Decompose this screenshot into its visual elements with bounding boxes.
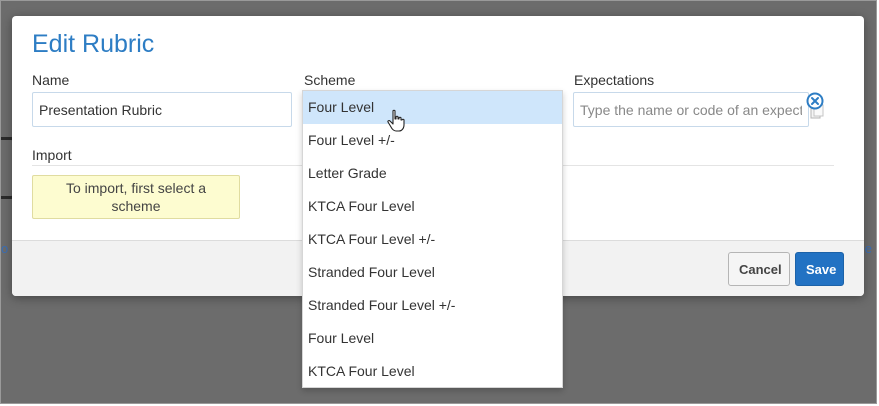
import-notice: To import, first select a scheme	[32, 175, 240, 219]
scheme-option[interactable]: KTCA Four Level	[303, 190, 562, 223]
expectations-label: Expectations	[574, 72, 655, 88]
scheme-option[interactable]: Stranded Four Level +/-	[303, 289, 562, 322]
import-label: Import	[32, 147, 72, 163]
cancel-button[interactable]: Cancel	[728, 252, 790, 286]
hand-pointer-icon	[387, 109, 405, 132]
background-link-fragment-left: o	[1, 241, 9, 256]
background-link-fragment-right: e	[864, 241, 872, 256]
scheme-label: Scheme	[304, 72, 356, 88]
expectations-input[interactable]	[573, 92, 809, 127]
clear-circle-icon[interactable]	[806, 92, 824, 110]
name-label: Name	[32, 72, 70, 88]
scheme-option[interactable]: Four Level	[303, 91, 562, 124]
scheme-option[interactable]: Four Level +/-	[303, 124, 562, 157]
name-input[interactable]	[32, 92, 292, 127]
scheme-dropdown-list[interactable]: Four Level Four Level +/- Letter Grade K…	[302, 90, 563, 388]
background-page: o e Edit Rubric Name Scheme Expectations…	[0, 0, 877, 404]
modal-title: Edit Rubric	[32, 30, 155, 58]
scheme-option[interactable]: Four Level	[303, 322, 562, 355]
scheme-option[interactable]: Letter Grade	[303, 157, 562, 190]
scheme-option[interactable]: KTCA Four Level +/-	[303, 223, 562, 256]
save-button[interactable]: Save	[795, 252, 844, 286]
scheme-option[interactable]: Stranded Four Level	[303, 256, 562, 289]
scheme-option[interactable]: KTCA Four Level	[303, 355, 562, 388]
